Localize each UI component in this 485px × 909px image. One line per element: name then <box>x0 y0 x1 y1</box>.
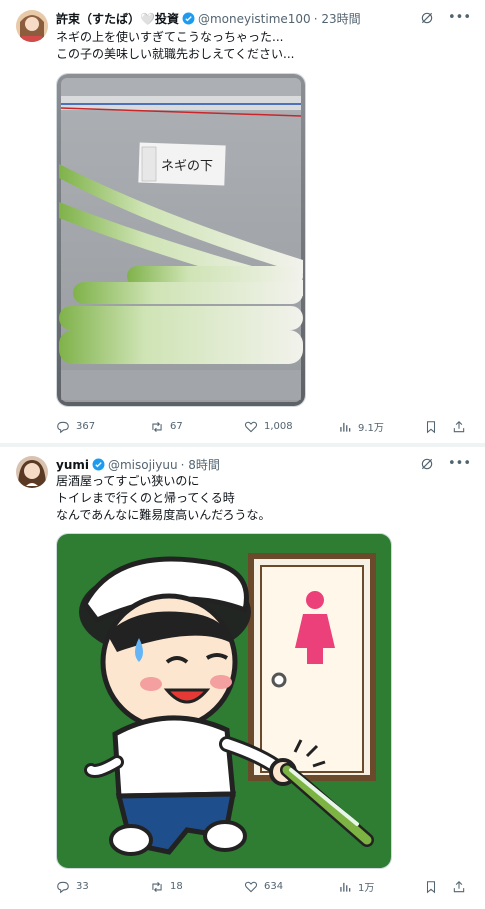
view-count: 9.1万 <box>358 423 384 434</box>
verified-badge-icon <box>92 458 105 471</box>
more-options-icon[interactable]: ••• <box>448 10 471 25</box>
retweet-count: 18 <box>170 881 183 892</box>
action-bar: 33 18 634 1万 <box>56 879 466 894</box>
tweet-1[interactable]: 許束（すたば）🤍投資 @moneyistime100 · 23時間 ••• ネギ… <box>0 0 485 443</box>
timestamp[interactable]: · 8時間 <box>181 456 220 473</box>
retweet-icon <box>152 881 162 892</box>
retweet-button[interactable]: 67 <box>150 420 244 434</box>
views-button[interactable]: 9.1万 <box>338 419 420 434</box>
share-icon[interactable] <box>452 880 466 894</box>
view-count: 1万 <box>358 883 375 894</box>
reply-count: 367 <box>76 421 96 432</box>
views-icon <box>340 882 351 892</box>
tweet-text: ネギの上を使いすぎてこうなっちゃった... この子の美味しい就職先おしえてくださ… <box>56 30 295 61</box>
tweet-text: 居酒屋ってすごい狭いのに トイレまで行くのと帰ってくる時 なんであんなに難易度高… <box>56 474 271 522</box>
share-icon[interactable] <box>452 420 466 434</box>
bookmark-icon[interactable] <box>424 420 438 434</box>
views-icon <box>340 422 351 432</box>
reply-count: 33 <box>76 881 89 892</box>
timestamp[interactable]: · 23時間 <box>314 10 361 27</box>
heart-icon <box>244 881 258 892</box>
reply-icon <box>57 881 69 893</box>
like-button[interactable]: 634 <box>244 880 338 894</box>
reply-button[interactable]: 33 <box>56 880 150 894</box>
retweet-icon <box>152 421 162 432</box>
author-handle[interactable]: @moneyistime100 <box>198 12 311 26</box>
reply-icon <box>57 421 69 433</box>
reply-button[interactable]: 367 <box>56 420 150 434</box>
author-name[interactable]: yumi <box>56 458 89 472</box>
author-name[interactable]: 許束（すたば）🤍投資 <box>56 10 179 27</box>
like-count: 634 <box>264 881 284 892</box>
action-bar: 367 67 1,008 9.1万 <box>56 419 466 434</box>
like-button[interactable]: 1,008 <box>244 420 338 434</box>
avatar[interactable] <box>16 10 48 42</box>
retweet-button[interactable]: 18 <box>150 880 244 894</box>
retweet-count: 67 <box>170 421 183 432</box>
bag-label: ネギの下 <box>161 159 213 174</box>
tweet-2[interactable]: yumi @misojiyuu · 8時間 ••• 居酒屋ってすごい狭いのに ト… <box>0 447 485 909</box>
tweet-image[interactable] <box>56 533 392 869</box>
verified-badge-icon <box>182 12 195 25</box>
tweet-image[interactable]: ネギの下 <box>56 73 306 407</box>
bookmark-icon[interactable] <box>424 880 438 894</box>
grok-icon[interactable] <box>420 11 434 25</box>
avatar[interactable] <box>16 456 48 488</box>
like-count: 1,008 <box>264 421 293 432</box>
author-handle[interactable]: @misojiyuu <box>108 458 178 472</box>
views-button[interactable]: 1万 <box>338 879 420 894</box>
heart-icon <box>244 421 258 432</box>
more-options-icon[interactable]: ••• <box>448 456 471 471</box>
grok-icon[interactable] <box>420 457 434 471</box>
